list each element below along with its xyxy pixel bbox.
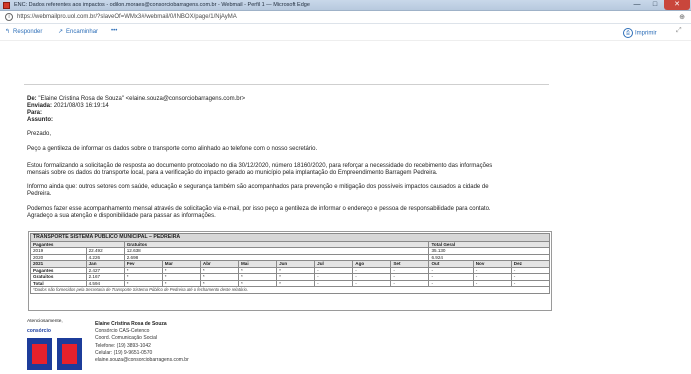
window-title: ENC: Dados referentes aos impactos - odi… bbox=[14, 2, 310, 8]
window-titlebar: ENC: Dados referentes aos impactos - odi… bbox=[0, 0, 691, 11]
report-title: TRANSPORTE SISTEMA PÚBLICO MUNICIPAL – P… bbox=[30, 233, 550, 242]
reply-arrow-icon: ↰ bbox=[5, 29, 11, 35]
signature-name: Elaine Cristina Rosa de Souza bbox=[95, 321, 167, 327]
reply-button[interactable]: ↰ Responder bbox=[5, 28, 42, 35]
company-logo bbox=[27, 338, 83, 370]
report-note: *Dados não fornecidos pela Secretaria de… bbox=[30, 286, 550, 294]
signature-cell: Celular: (19) 9-9651-0570 bbox=[95, 349, 153, 356]
close-button[interactable]: ✕ bbox=[664, 0, 690, 10]
logo-block-p bbox=[57, 338, 82, 370]
signature-role: Coord. Comunicação Social bbox=[95, 335, 157, 342]
printer-icon: ⎙ bbox=[623, 28, 633, 38]
expand-icon[interactable]: ⤢ bbox=[676, 27, 682, 35]
signature-company: Consórcio CAS-Cetenco bbox=[95, 328, 150, 335]
paragraph-1: Peço a gentileza de informar os dados so… bbox=[27, 146, 318, 152]
note-row: *Dados não fornecidos pela Secretaria de… bbox=[30, 286, 550, 294]
site-info-icon[interactable]: i bbox=[5, 13, 13, 21]
forward-arrow-icon: ↗ bbox=[58, 29, 64, 35]
header-sent: Enviada: 2021/08/03 16:19:14 bbox=[27, 103, 109, 109]
reply-label: Responder bbox=[13, 29, 43, 35]
brand-name: consórcio bbox=[27, 328, 51, 334]
edge-app-icon bbox=[3, 2, 10, 9]
signature-phone: Telefone: (19) 3893-1042 bbox=[95, 342, 151, 349]
address-bar: i https://webmailpro.uol.com.br/?slaveOf… bbox=[0, 11, 691, 24]
zoom-icon[interactable]: ⊕ bbox=[679, 13, 685, 21]
print-button[interactable]: ⎙ Imprimir bbox=[623, 28, 657, 38]
closing-text: Atenciosamente, bbox=[27, 319, 63, 324]
logo-block-b bbox=[27, 338, 52, 370]
signature-email[interactable]: elaine.souza@consorciobarragens.com.br bbox=[95, 357, 189, 364]
maximize-button[interactable]: □ bbox=[646, 0, 664, 10]
paragraph-3b: Pedreira. bbox=[27, 191, 52, 197]
forward-button[interactable]: ↗ Encaminhar bbox=[58, 28, 98, 35]
paragraph-4b: Agradeço a sua atenção e disponibilidade… bbox=[27, 213, 216, 219]
minimize-button[interactable]: — bbox=[628, 0, 646, 10]
paragraph-2b: mensais sobre os dados do transporte loc… bbox=[27, 170, 438, 176]
print-label: Imprimir bbox=[635, 30, 657, 37]
header-subject: Assunto: bbox=[27, 117, 53, 123]
forward-label: Encaminhar bbox=[66, 29, 99, 35]
header-from: De: "Elaine Cristina Rosa de Souza" <ela… bbox=[27, 96, 246, 102]
header-to: Para: bbox=[27, 110, 43, 116]
mail-toolbar: ↰ Responder ↗ Encaminhar ••• ⎙ Imprimir ⤢ bbox=[0, 24, 691, 41]
signature-block: Elaine Cristina Rosa de Souza Consórcio … bbox=[95, 321, 189, 364]
email-headers: De: "Elaine Cristina Rosa de Souza" <ela… bbox=[27, 96, 245, 124]
report-title-row: TRANSPORTE SISTEMA PÚBLICO MUNICIPAL – P… bbox=[30, 233, 550, 242]
transport-report-table: TRANSPORTE SISTEMA PÚBLICO MUNICIPAL – P… bbox=[30, 233, 551, 294]
more-actions-button[interactable]: ••• bbox=[111, 28, 117, 34]
message-divider bbox=[24, 84, 549, 85]
paragraph-3a: Informo ainda que: outros setores com sa… bbox=[27, 184, 489, 190]
greeting-text: Prezado, bbox=[27, 131, 52, 137]
url-field[interactable]: https://webmailpro.uol.com.br/?slaveOf=W… bbox=[17, 14, 237, 20]
